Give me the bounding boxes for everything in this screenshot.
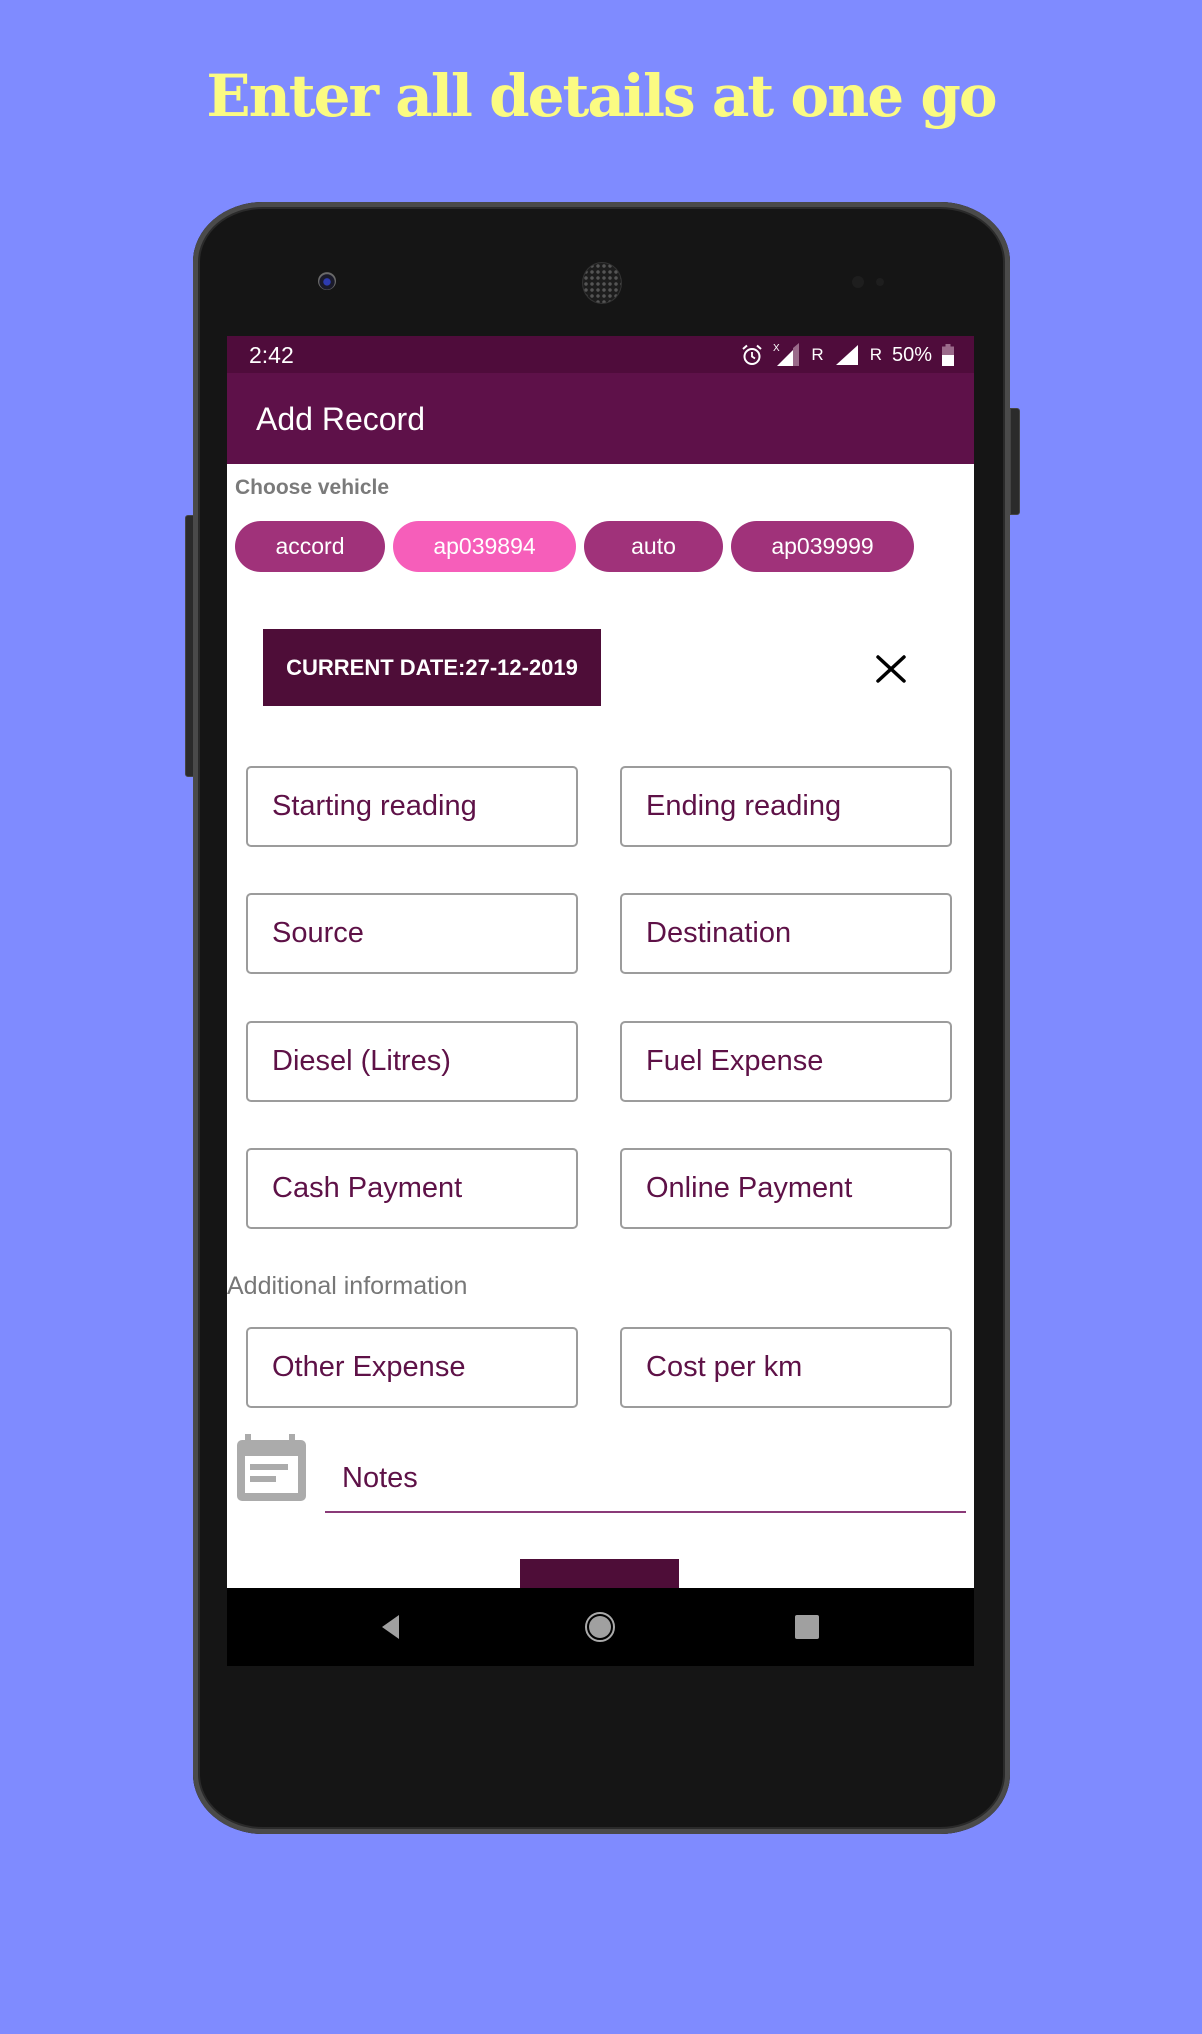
close-icon[interactable] [875, 655, 907, 683]
signal-x-icon: X [773, 343, 800, 366]
other-expense-input[interactable]: Other Expense [246, 1327, 578, 1408]
cost-per-km-input[interactable]: Cost per km [620, 1327, 952, 1408]
app-bar: Add Record [227, 373, 974, 464]
notes-input[interactable]: Notes [325, 1456, 966, 1513]
earpiece-speaker-icon [582, 262, 622, 304]
recents-icon[interactable] [790, 1610, 824, 1644]
choose-vehicle-label: Choose vehicle [235, 476, 390, 499]
notes-placeholder: Notes [342, 1462, 418, 1494]
current-date-button[interactable]: CURRENT DATE:27-12-2019 [263, 629, 601, 706]
headline: Enter all details at one go [206, 62, 997, 130]
destination-input[interactable]: Destination [620, 893, 952, 974]
roaming-indicator: R [811, 345, 824, 364]
svg-text:X: X [773, 343, 780, 354]
starting-reading-input[interactable]: Starting reading [246, 766, 578, 847]
roaming-indicator: R [869, 345, 882, 364]
battery-icon [942, 344, 954, 366]
diesel-litres-input[interactable]: Diesel (Litres) [246, 1021, 578, 1102]
phone-screen: 2:42 X R R 50% Add Record Choose vehicle… [227, 336, 974, 1666]
status-time: 2:42 [249, 342, 294, 368]
cash-payment-input[interactable]: Cash Payment [246, 1148, 578, 1229]
light-sensor-icon [876, 278, 884, 286]
back-icon[interactable] [373, 1610, 407, 1644]
page-title: Add Record [256, 401, 425, 437]
additional-information-label: Additional information [227, 1272, 468, 1300]
navigation-bar [227, 1588, 974, 1666]
battery-percent: 50% [891, 343, 932, 366]
status-bar: 2:42 X R R 50% [227, 336, 974, 373]
source-input[interactable]: Source [246, 893, 578, 974]
online-payment-input[interactable]: Online Payment [620, 1148, 952, 1229]
fuel-expense-input[interactable]: Fuel Expense [620, 1021, 952, 1102]
home-icon[interactable] [583, 1610, 617, 1644]
vehicle-chip-accord[interactable]: accord [235, 521, 385, 572]
vehicle-chip-ap039999[interactable]: ap039999 [731, 521, 914, 572]
alarm-icon [742, 344, 763, 365]
vehicle-chip-ap039894[interactable]: ap039894 [393, 521, 576, 572]
proximity-sensor-icon [852, 276, 864, 288]
signal-icon [835, 345, 858, 365]
notes-icon [237, 1434, 306, 1501]
ending-reading-input[interactable]: Ending reading [620, 766, 952, 847]
power-button [1010, 408, 1020, 515]
vehicle-chip-auto[interactable]: auto [584, 521, 723, 572]
front-camera-icon [318, 272, 336, 290]
